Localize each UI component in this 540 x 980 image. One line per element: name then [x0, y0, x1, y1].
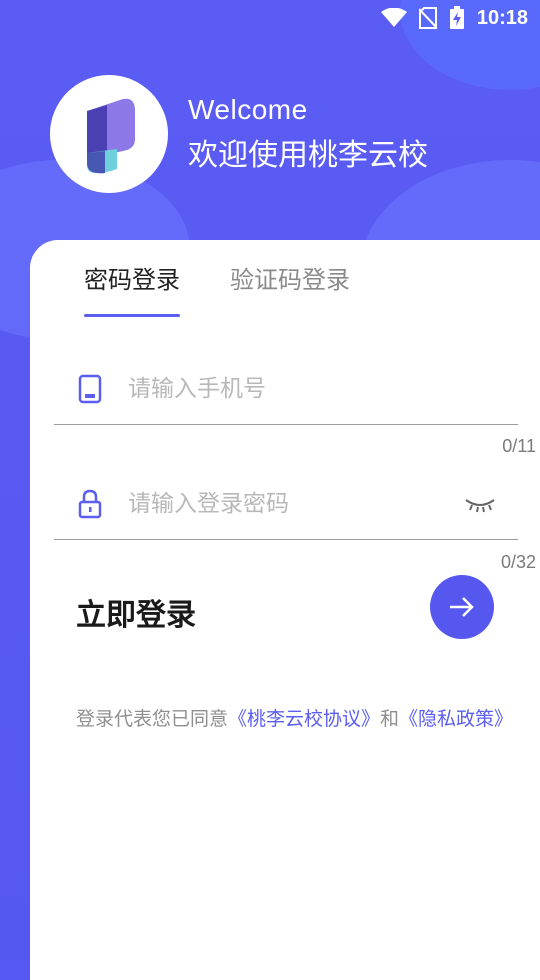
- agreement-text: 登录代表您已同意《桃李云校协议》和《隐私政策》: [76, 703, 526, 735]
- wifi-icon: [380, 8, 407, 28]
- privacy-policy-link[interactable]: 《隐私政策》: [399, 708, 513, 730]
- agreement-prefix: 登录代表您已同意: [76, 708, 229, 730]
- tab-password-login[interactable]: 密码登录: [84, 260, 180, 317]
- login-label: 立即登录: [76, 598, 196, 633]
- login-tabs: 密码登录 验证码登录: [84, 260, 350, 317]
- user-agreement-link[interactable]: 《桃李云校协议》: [228, 708, 380, 730]
- eye-closed-icon[interactable]: [460, 489, 500, 519]
- login-card: 密码登录 验证码登录 0/11 0/32 立即登录 登录代表您已同意《桃李云校协…: [30, 240, 540, 980]
- password-input[interactable]: [126, 490, 460, 518]
- clock: 10:18: [476, 6, 528, 29]
- lock-icon: [76, 489, 104, 519]
- phone-input[interactable]: [126, 375, 518, 403]
- logo-icon: [87, 98, 135, 174]
- phone-field: [54, 354, 518, 425]
- status-bar: 10:18: [0, 0, 540, 36]
- no-sim-icon: [418, 7, 437, 29]
- tab-code-login[interactable]: 验证码登录: [230, 260, 350, 307]
- agreement-middle: 和: [380, 708, 400, 730]
- welcome-title-zh: 欢迎使用桃李云校: [188, 138, 428, 173]
- login-button[interactable]: [430, 575, 494, 639]
- phone-icon: [76, 374, 104, 404]
- phone-char-counter: 0/11: [502, 436, 536, 456]
- app-logo: [50, 75, 168, 193]
- welcome-header: Welcome 欢迎使用桃李云校: [50, 75, 428, 193]
- arrow-right-icon: [450, 597, 474, 617]
- password-char-counter: 0/32: [500, 552, 536, 572]
- password-field: [54, 469, 518, 540]
- welcome-title-en: Welcome: [188, 94, 308, 125]
- battery-charging-icon: [449, 6, 465, 30]
